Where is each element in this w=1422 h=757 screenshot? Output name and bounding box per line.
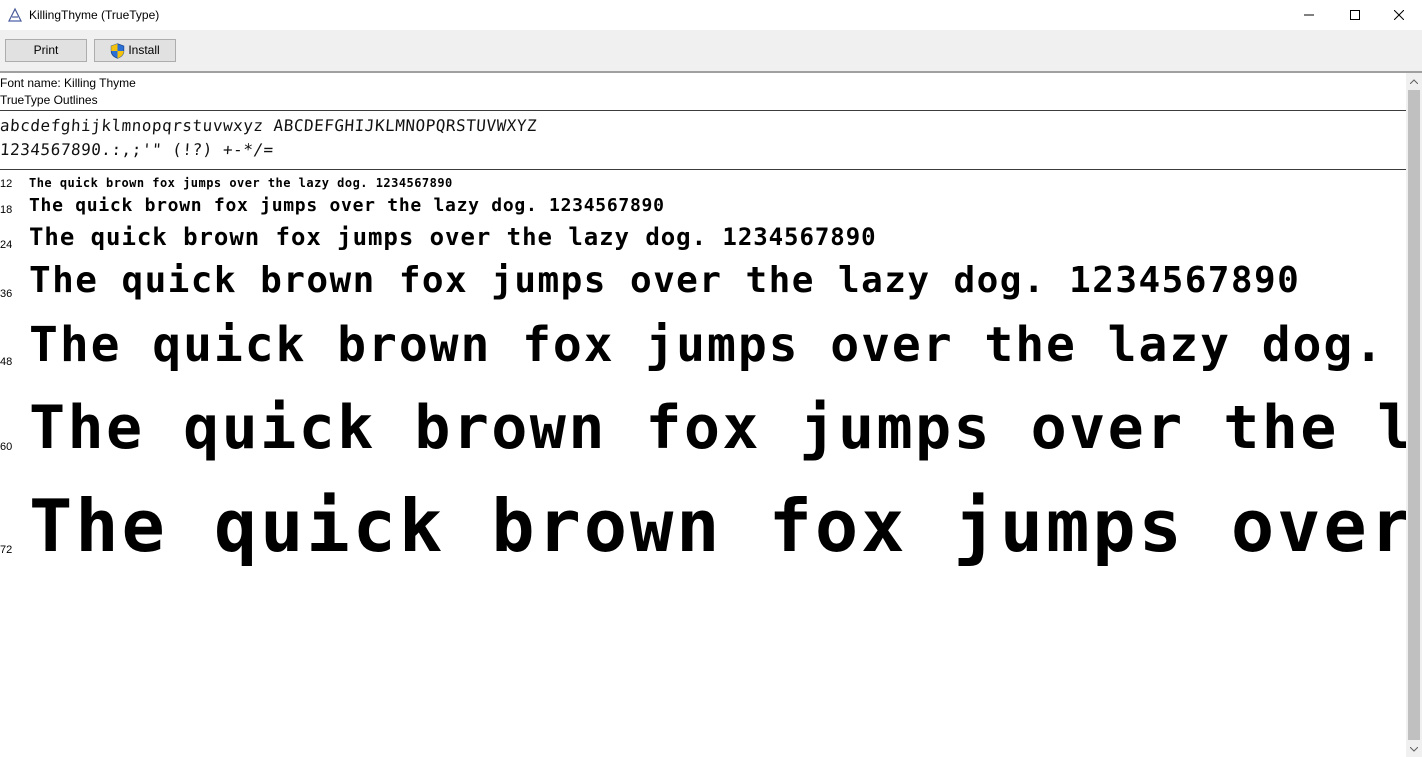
charset-letters: abcdefghijklmnopqrstuvwxyz ABCDEFGHIJKLM… (0, 116, 538, 135)
toolbar: Print Install (0, 30, 1422, 71)
sample-text: The quick brown fox jumps over the lazy … (29, 317, 1406, 373)
sample-text: The quick brown fox jumps over the lazy … (29, 484, 1406, 568)
sample-size-label: 36 (0, 288, 13, 300)
font-file-icon (8, 7, 22, 22)
sample-text: The quick brown fox jumps over the lazy … (29, 260, 1301, 301)
chevron-up-icon (1410, 78, 1418, 84)
uac-shield-icon (111, 42, 125, 59)
print-button-label: Print (33, 43, 59, 57)
sample-size-label: 12 (0, 178, 13, 190)
sample-size-label: 72 (0, 544, 13, 556)
print-button[interactable]: Print (5, 39, 87, 62)
font-name-label: Font name: Killing Thyme (0, 76, 136, 90)
minimize-button[interactable] (1286, 0, 1332, 30)
close-button[interactable] (1376, 0, 1422, 30)
scroll-down-button[interactable] (1406, 741, 1422, 757)
chevron-down-icon (1410, 746, 1418, 752)
window-title: KillingThyme (TrueType) (29, 8, 160, 22)
title-bar: KillingThyme (TrueType) (0, 0, 1422, 30)
scroll-thumb[interactable] (1408, 90, 1420, 740)
sample-text: The quick brown fox jumps over the lazy … (29, 195, 665, 216)
sample-size-label: 24 (0, 239, 13, 251)
font-viewer-window: KillingThyme (TrueType) Print Install Fo… (0, 0, 1422, 757)
outline-type-label: TrueType Outlines (0, 93, 98, 107)
minimize-icon (1304, 14, 1314, 16)
maximize-button[interactable] (1332, 0, 1378, 30)
font-preview-area: Font name: Killing Thyme TrueType Outlin… (0, 73, 1406, 757)
install-button[interactable]: Install (94, 39, 176, 62)
sample-size-label: 18 (0, 204, 13, 216)
sample-size-label: 48 (0, 356, 13, 368)
maximize-icon (1350, 10, 1360, 20)
divider (0, 169, 1406, 170)
sample-text: The quick brown fox jumps over the lazy … (29, 223, 877, 251)
install-button-label: Install (128, 43, 160, 57)
sample-text: The quick brown fox jumps over the lazy … (29, 176, 453, 190)
vertical-scrollbar[interactable] (1406, 73, 1422, 757)
close-icon (1394, 10, 1404, 20)
sample-size-label: 60 (0, 441, 13, 453)
sample-text: The quick brown fox jumps over the lazy … (29, 393, 1406, 463)
scroll-up-button[interactable] (1406, 73, 1422, 89)
divider (0, 110, 1406, 111)
charset-symbols: 1234567890.:,;'" (!?) +-*/= (0, 140, 275, 159)
